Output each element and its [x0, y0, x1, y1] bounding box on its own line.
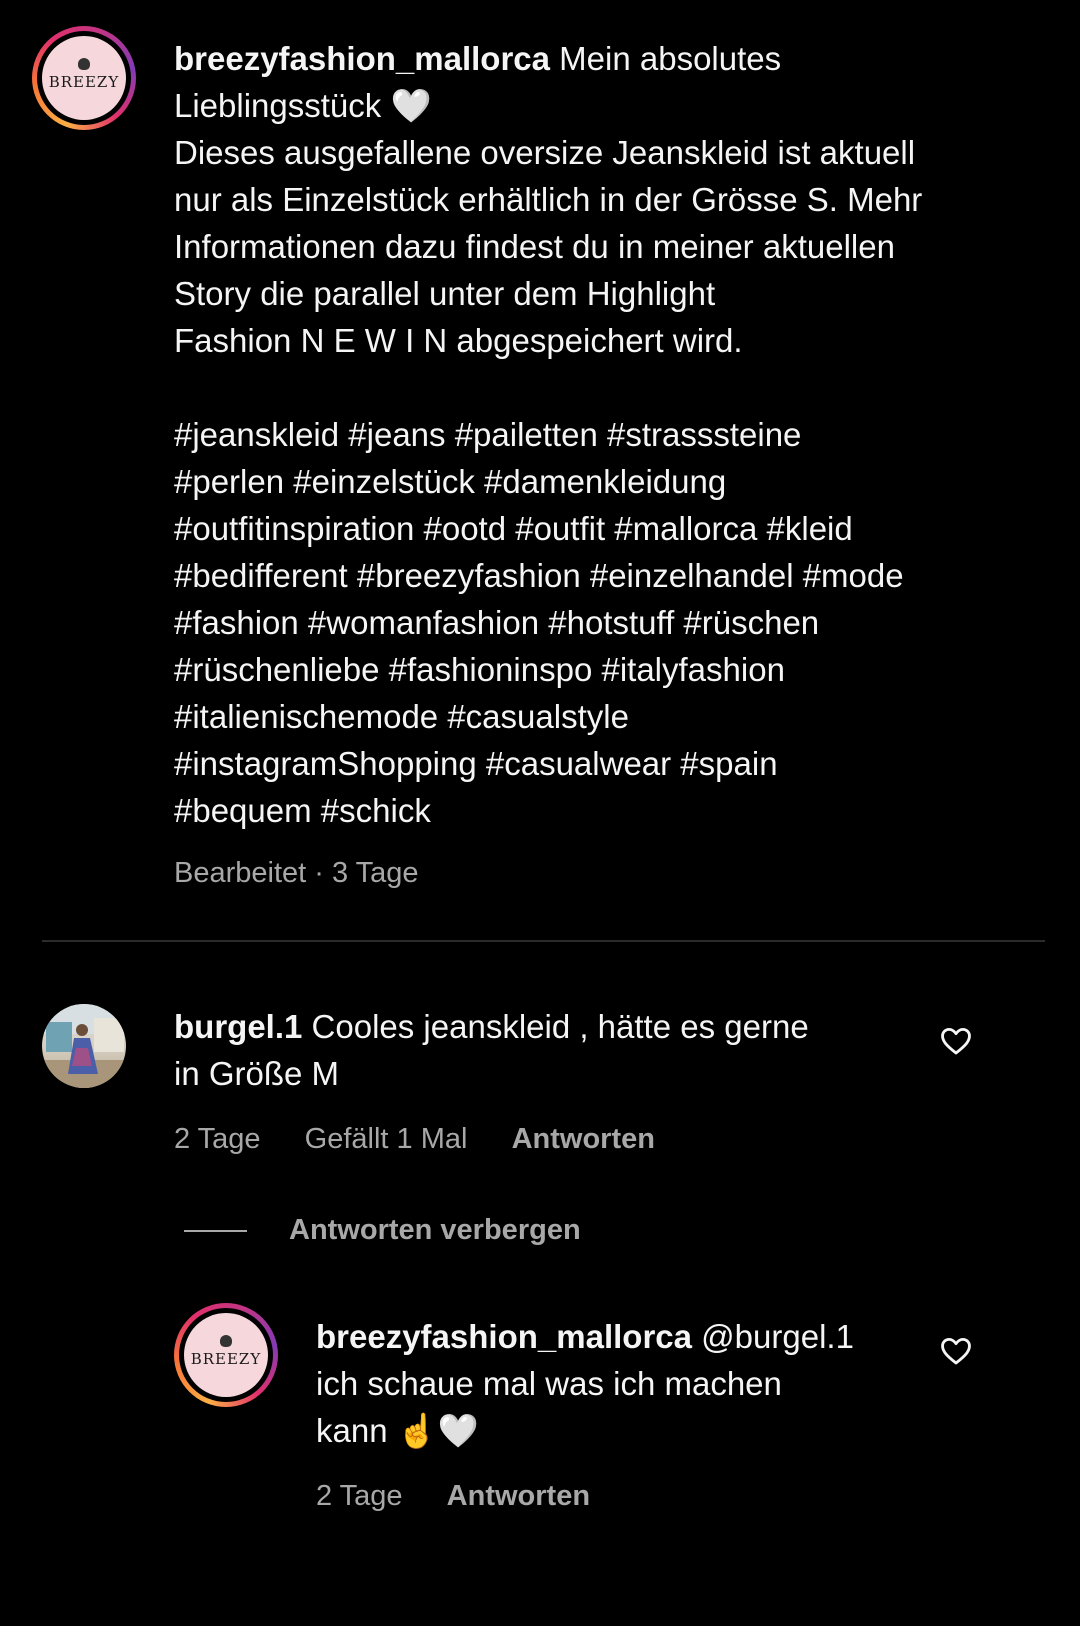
- logo-figure-icon: [78, 57, 90, 70]
- hashtag-line[interactable]: #fashion #womanfashion #hotstuff #rüsche…: [174, 599, 1014, 646]
- commenter-avatar[interactable]: [42, 1004, 126, 1088]
- logo-figure-icon: [220, 1334, 232, 1347]
- hashtag-line[interactable]: #rüschenliebe #fashioninspo #italyfashio…: [174, 646, 1014, 693]
- comment-meta: 2 Tage Gefällt 1 Mal Antworten: [174, 1123, 655, 1156]
- comment-line: in Größe M: [174, 1055, 340, 1092]
- hashtag-line[interactable]: #instagramShopping #casualwear #spain: [174, 740, 1014, 787]
- reply-reply-button[interactable]: Antworten: [447, 1480, 590, 1512]
- reply-body: breezyfashion_mallorca @burgel.1 ich sch…: [316, 1313, 916, 1454]
- reply-line: ich schaue mal was ich machen: [316, 1365, 782, 1402]
- avatar-logo-subline: [225, 1370, 227, 1376]
- caption-body: breezyfashion_mallorca Mein absolutes Li…: [174, 35, 1014, 834]
- caption-line: nur als Einzelstück erhältlich in der Gr…: [174, 181, 923, 218]
- reply-line: kann ☝️🤍: [316, 1412, 479, 1449]
- hashtag-line[interactable]: #outfitinspiration #ootd #outfit #mallor…: [174, 505, 1014, 552]
- avatar-logo-subline: [83, 93, 85, 99]
- comment-text: Cooles jeanskleid , hätte es gerne: [311, 1008, 809, 1045]
- comment-body: burgel.1 Cooles jeanskleid , hätte es ge…: [174, 1003, 894, 1097]
- caption-avatar[interactable]: BREEZY: [32, 26, 136, 130]
- hashtag-line[interactable]: #bequem #schick: [174, 787, 1014, 834]
- caption-line: Dieses ausgefallene oversize Jeanskleid …: [174, 134, 916, 171]
- hide-replies-button[interactable]: Antworten verbergen: [289, 1214, 581, 1247]
- caption-line: Informationen dazu findest du in meiner …: [174, 228, 895, 265]
- heart-outline-icon: [941, 1027, 971, 1055]
- comment-time: 2 Tage: [174, 1123, 261, 1155]
- section-divider: [42, 940, 1045, 942]
- hashtag-line[interactable]: #bedifferent #breezyfashion #einzelhande…: [174, 552, 1014, 599]
- reply-meta: 2 Tage Antworten: [316, 1480, 590, 1513]
- hashtag-line[interactable]: #perlen #einzelstück #damenkleidung: [174, 458, 1014, 505]
- caption-username[interactable]: breezyfashion_mallorca: [174, 40, 550, 77]
- caption-text: Mein absolutes: [559, 40, 782, 77]
- caption-line: Fashion N E W I N abgespeichert wird.: [174, 322, 743, 359]
- comment-line: burgel.1 Cooles jeanskleid , hätte es ge…: [174, 1003, 894, 1050]
- caption-line: Lieblingsstück 🤍: [174, 87, 432, 124]
- hashtag-line[interactable]: #jeanskleid #jeans #pailetten #strassste…: [174, 411, 1014, 458]
- reply-like-button[interactable]: [939, 1334, 973, 1373]
- avatar-photo-image: [42, 1004, 126, 1088]
- reply-username[interactable]: breezyfashion_mallorca: [316, 1318, 692, 1355]
- caption-line: breezyfashion_mallorca Mein absolutes: [174, 35, 1014, 82]
- reply-time: 2 Tage: [316, 1480, 403, 1512]
- comment-like-button[interactable]: [939, 1024, 973, 1063]
- avatar-logo-text: BREEZY: [48, 72, 120, 91]
- caption-meta: Bearbeitet · 3 Tage: [174, 857, 419, 889]
- reply-line: breezyfashion_mallorca @burgel.1: [316, 1313, 916, 1360]
- caption-line: Story die parallel unter dem Highlight: [174, 275, 716, 312]
- reply-avatar[interactable]: BREEZY: [174, 1303, 278, 1407]
- heart-outline-icon: [941, 1337, 971, 1365]
- hashtag-line[interactable]: #italienischemode #casualstyle: [174, 693, 1014, 740]
- reply-mention[interactable]: @burgel.1: [701, 1318, 854, 1355]
- comment-reply-button[interactable]: Antworten: [512, 1123, 655, 1155]
- comment-likes[interactable]: Gefällt 1 Mal: [305, 1123, 468, 1155]
- comment-username[interactable]: burgel.1: [174, 1008, 302, 1045]
- avatar-logo-text: BREEZY: [190, 1349, 262, 1368]
- hide-replies-line: [184, 1230, 247, 1232]
